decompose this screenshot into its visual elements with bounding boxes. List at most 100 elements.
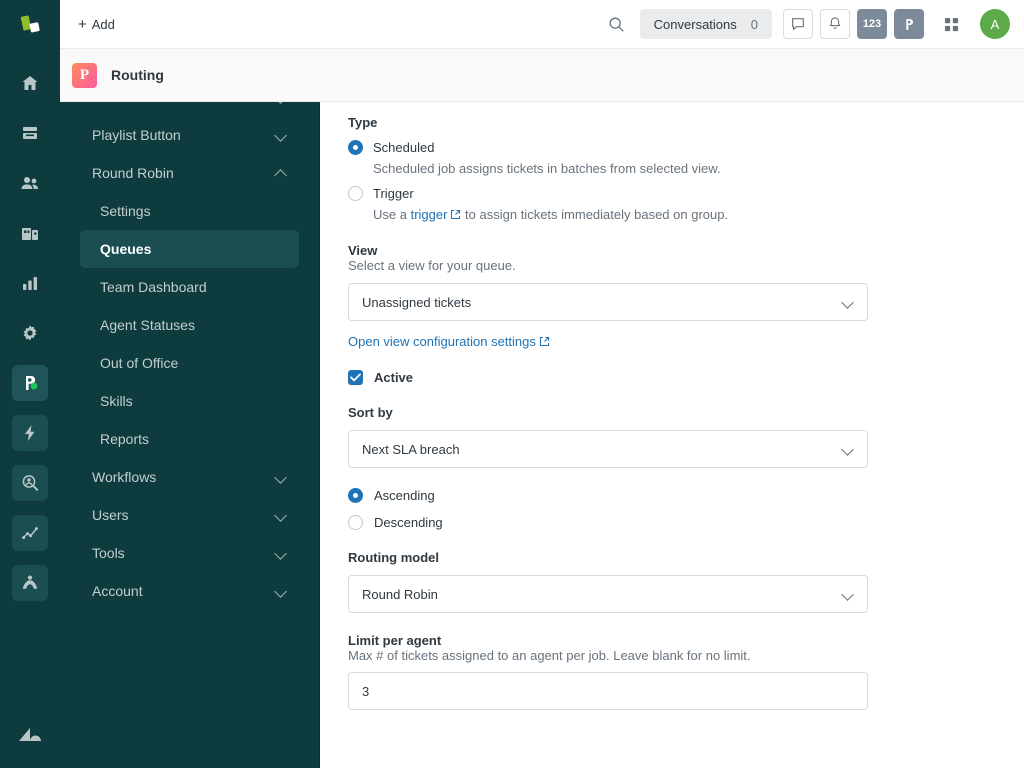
notifications-button[interactable] [820,9,850,39]
chevron-down-icon [275,585,287,597]
view-description: Select a view for your queue. [348,258,516,273]
sort-by-select-value: Next SLA breach [362,441,460,457]
radio-trigger-indicator [348,186,363,201]
sidebar-item-views[interactable] [12,115,48,151]
radio-scheduled-text: Scheduled Scheduled job assigns tickets … [373,139,721,176]
routing-model-select-value: Round Robin [362,586,438,602]
analytics-app-icon [22,527,38,540]
sidebar-item-out-of-office[interactable]: Out of Office [80,344,299,382]
sidebar-item-account[interactable]: Account [80,572,299,610]
rail-footer[interactable] [16,719,44,768]
search-button[interactable] [602,9,632,39]
sidebar-item-label: Users [92,507,129,523]
sort-direction-group: Ascending Descending [348,487,880,530]
playlist-app-button[interactable] [894,9,924,39]
sidebar-item-agent-statuses[interactable]: Agent Statuses [80,306,299,344]
trigger-link[interactable]: trigger [411,207,448,222]
apps-button[interactable] [936,9,966,39]
zendesk-mark-logo [20,15,40,33]
sidebar-item-label: Playlist Button [92,127,181,143]
sidebar-item-label: Reports [100,431,150,447]
sidebar-item-workflows[interactable]: Workflows [80,458,299,496]
routing-model-select[interactable]: Round Robin [348,575,868,613]
radio-trigger[interactable]: Trigger Use a trigger to assign tickets … [348,185,880,223]
chat-button[interactable] [783,9,813,39]
sidebar-item-customers[interactable] [12,165,48,201]
radio-trigger-description: Use a trigger to assign tickets immediat… [373,207,728,223]
sidebar-item-home[interactable] [12,65,48,101]
sidebar-item-label: Queues [100,241,152,257]
sidebar-item-merge-app[interactable] [12,565,48,601]
admin-gear-icon [23,325,37,341]
counter-badge-label: 123 [862,18,882,30]
sidebar-item-organizations[interactable] [12,215,48,251]
counter-badge-button[interactable]: 123 [857,9,887,39]
organizations-icon [22,228,38,240]
app-logo: P [72,62,97,88]
active-checkbox-row[interactable]: Active [348,370,880,385]
radio-ascending-label: Ascending [374,487,435,503]
conversations-label: Conversations [653,16,737,32]
limit-per-agent-input[interactable]: 3 [348,672,868,710]
sidebar-item-reports[interactable]: Reports [80,420,299,458]
sidebar-item-tools[interactable]: Tools [80,534,299,572]
sidebar-item-settings[interactable]: Settings [80,192,299,230]
sidebar-item-label: Out of Office [100,355,179,371]
chevron-down-icon [275,509,287,521]
sidebar-item-reporting[interactable] [12,265,48,301]
search-icon [609,17,624,32]
sidebar-item-users[interactable]: Users [80,496,299,534]
sidebar-item-team-dashboard[interactable]: Team Dashboard [80,268,299,306]
external-link-icon [450,208,461,223]
playlist-p-icon [905,18,913,30]
sidebar-item-lightning-app[interactable] [12,415,48,451]
sidebar-item-admin[interactable] [12,315,48,351]
sidebar-item-label: Skills [100,393,133,409]
conversations-pill[interactable]: Conversations 0 [639,9,772,39]
sidebar-item-label: Agent Statuses [100,317,195,333]
avatar[interactable]: A [980,9,1010,39]
lightning-app-icon [25,425,35,441]
add-button-label: Add [91,16,115,32]
radio-scheduled-indicator [348,140,363,155]
add-button[interactable]: + Add [72,13,121,36]
trigger-desc-after: to assign tickets immediately based on g… [461,207,729,222]
bell-icon [829,17,841,29]
customers-icon [21,177,38,189]
radio-ascending[interactable]: Ascending [348,487,880,503]
external-link-icon [539,335,550,350]
sidebar-item-label: Account [92,583,143,599]
view-select-value: Unassigned tickets [362,294,472,310]
sidebar-item-label: Team Dashboard [100,279,207,295]
sidebar-item-round-robin[interactable]: Round Robin [80,154,299,192]
content-area: + Add Conversations 0 123 A P Routing Ty… [60,0,1024,768]
sidebar-item-queues[interactable]: Queues [80,230,299,268]
app-logo-letter: P [79,66,90,83]
active-checkbox [348,370,363,385]
sidebar-item-analytics-app[interactable] [12,515,48,551]
radio-descending-label: Descending [374,514,443,530]
limit-per-agent-description: Max # of tickets assigned to an agent pe… [348,648,751,663]
main-panel: Type Scheduled Scheduled job assigns tic… [320,102,1024,768]
sort-by-select[interactable]: Next SLA breach [348,430,868,468]
views-icon [23,127,37,139]
chevron-down-icon [842,443,854,455]
sidebar-item-agent-search-app[interactable] [12,465,48,501]
sidebar-item-skills[interactable]: Skills [80,382,299,420]
product-logo[interactable] [0,0,60,50]
sidebar-item-playlist-button[interactable]: Playlist Button [80,116,299,154]
sidebar-item-playlist-app[interactable] [12,365,48,401]
view-section: View Select a view for your queue. Unass… [348,243,880,350]
limit-per-agent-label: Limit per agent [348,633,442,648]
open-view-configuration-link[interactable]: Open view configuration settings [348,334,536,349]
radio-scheduled[interactable]: Scheduled Scheduled job assigns tickets … [348,139,880,176]
radio-scheduled-description: Scheduled job assigns tickets in batches… [373,161,721,176]
limit-per-agent-section: Limit per agent Max # of tickets assigne… [348,633,880,710]
radio-descending-indicator [348,515,363,530]
check-icon [350,373,361,382]
radio-descending[interactable]: Descending [348,514,880,530]
view-select[interactable]: Unassigned tickets [348,283,868,321]
chat-bubble-icon [792,18,804,30]
queue-settings-form: Type Scheduled Scheduled job assigns tic… [320,115,880,710]
view-label: View [348,243,378,258]
